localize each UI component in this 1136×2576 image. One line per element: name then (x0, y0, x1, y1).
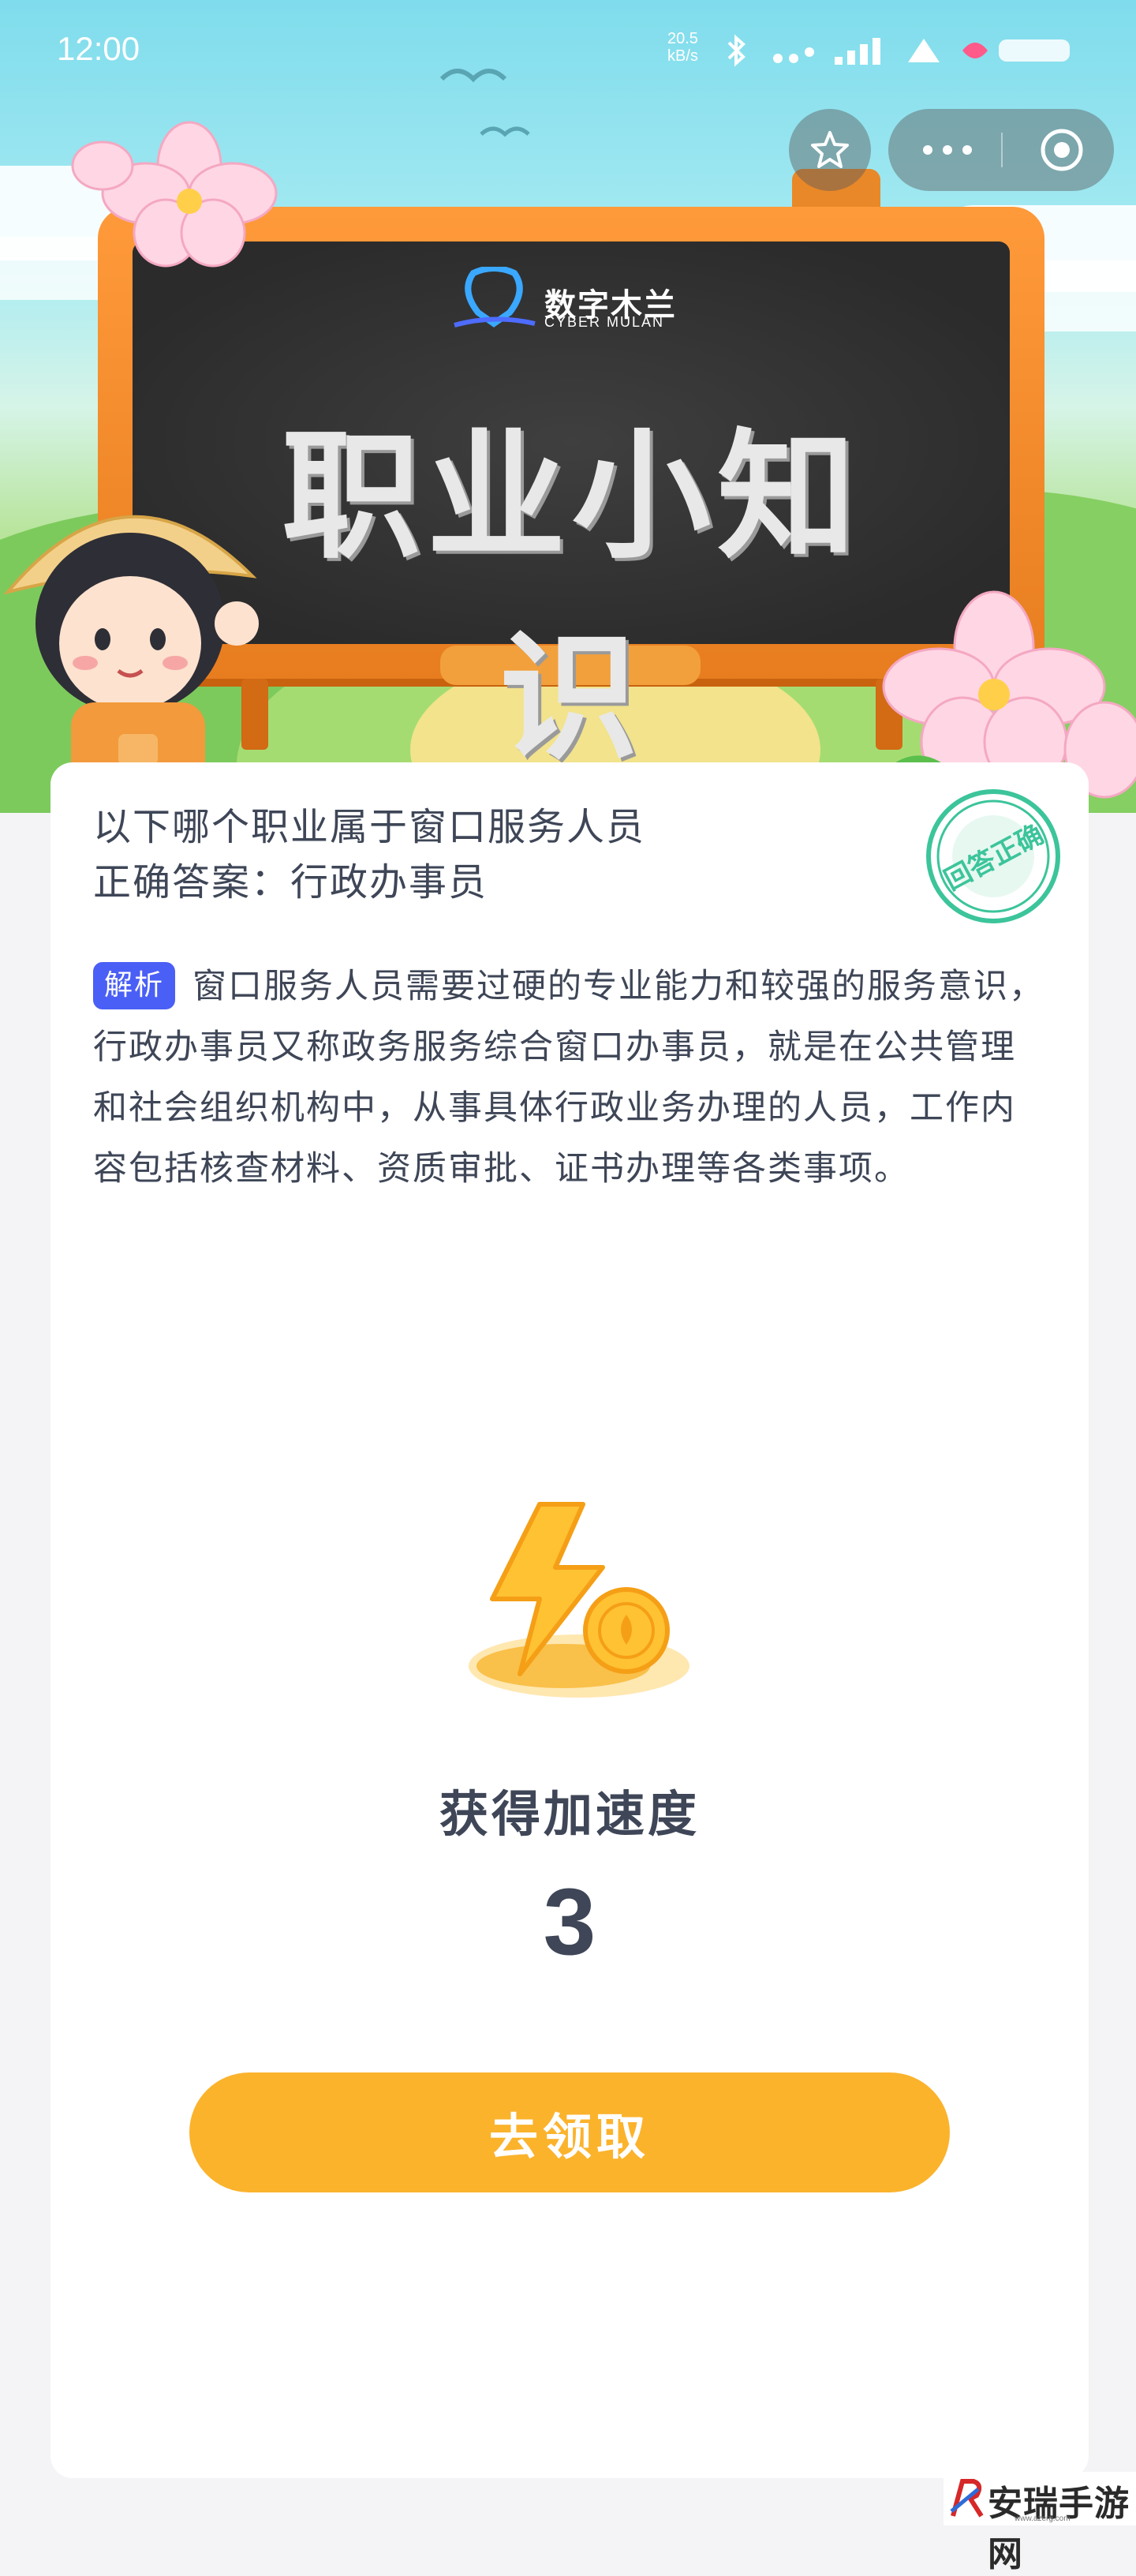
cyber-mulan-logo-icon (454, 267, 536, 328)
status-icons (723, 32, 1093, 71)
hotspot-icon (908, 39, 940, 62)
status-time: 12:00 (57, 30, 140, 67)
more-dots-icon[interactable] (920, 139, 975, 161)
reward-label: 获得加速度 (439, 1785, 700, 1843)
answer-label: 正确答案： (93, 860, 291, 904)
reward-count: 3 (543, 1869, 596, 1975)
flower-illustration (71, 121, 278, 268)
correct-stamp-icon: 回答正确 (926, 789, 1060, 923)
claim-button[interactable]: 去领取 (189, 2072, 950, 2192)
wifi-icon (773, 47, 814, 63)
logo-subtitle: CYBER MULAN (544, 314, 665, 330)
question-text: 以下哪个职业属于窗口服务人员 (93, 805, 646, 849)
status-bar: 12:00 20.5 kB/s (0, 0, 1136, 103)
bluetooth-icon (727, 34, 746, 67)
answer-value: 行政办事员 (290, 860, 488, 904)
network-speed-value: 20.5 (667, 30, 698, 47)
watermark-text: 安瑞手游网 (988, 2484, 1130, 2574)
lightning-coin-icon (469, 1502, 689, 1698)
capsule-divider (1001, 133, 1003, 167)
target-close-icon[interactable] (1038, 126, 1086, 174)
quiz-result-card: 以下哪个职业属于窗口服务人员 正确答案：行政办事员 回答正确 解析 窗口服务人员需… (50, 762, 1089, 2478)
favorite-button[interactable] (789, 109, 871, 191)
battery-icon (962, 39, 1070, 62)
explanation: 解析 窗口服务人员需要过硬的专业能力和较强的服务意识，行政办事员又称政务服务综合窗… (93, 957, 1048, 1200)
network-speed: 20.5 kB/s (667, 30, 698, 65)
header-banner: 12:00 20.5 kB/s 数字木兰 CYBER MULAN 职业小知识 (0, 0, 1136, 813)
watermark-logo-icon (950, 2479, 984, 2518)
character-illustration (3, 515, 259, 813)
network-speed-unit: kB/s (667, 47, 698, 65)
explanation-tag: 解析 (93, 962, 176, 1009)
signal-icon (835, 38, 880, 65)
watermark-url: www.azerg.com (1015, 2514, 1071, 2523)
mini-program-capsule (888, 109, 1114, 191)
site-watermark: 安瑞手游网 www.azerg.com (944, 2472, 1136, 2574)
correct-answer: 正确答案：行政办事员 (93, 851, 488, 906)
board-title: 职业小知识 (281, 416, 862, 779)
explanation-text: 窗口服务人员需要过硬的专业能力和较强的服务意识，行政办事员又称政务服务综合窗口办… (93, 967, 1045, 1189)
star-icon (811, 131, 849, 168)
